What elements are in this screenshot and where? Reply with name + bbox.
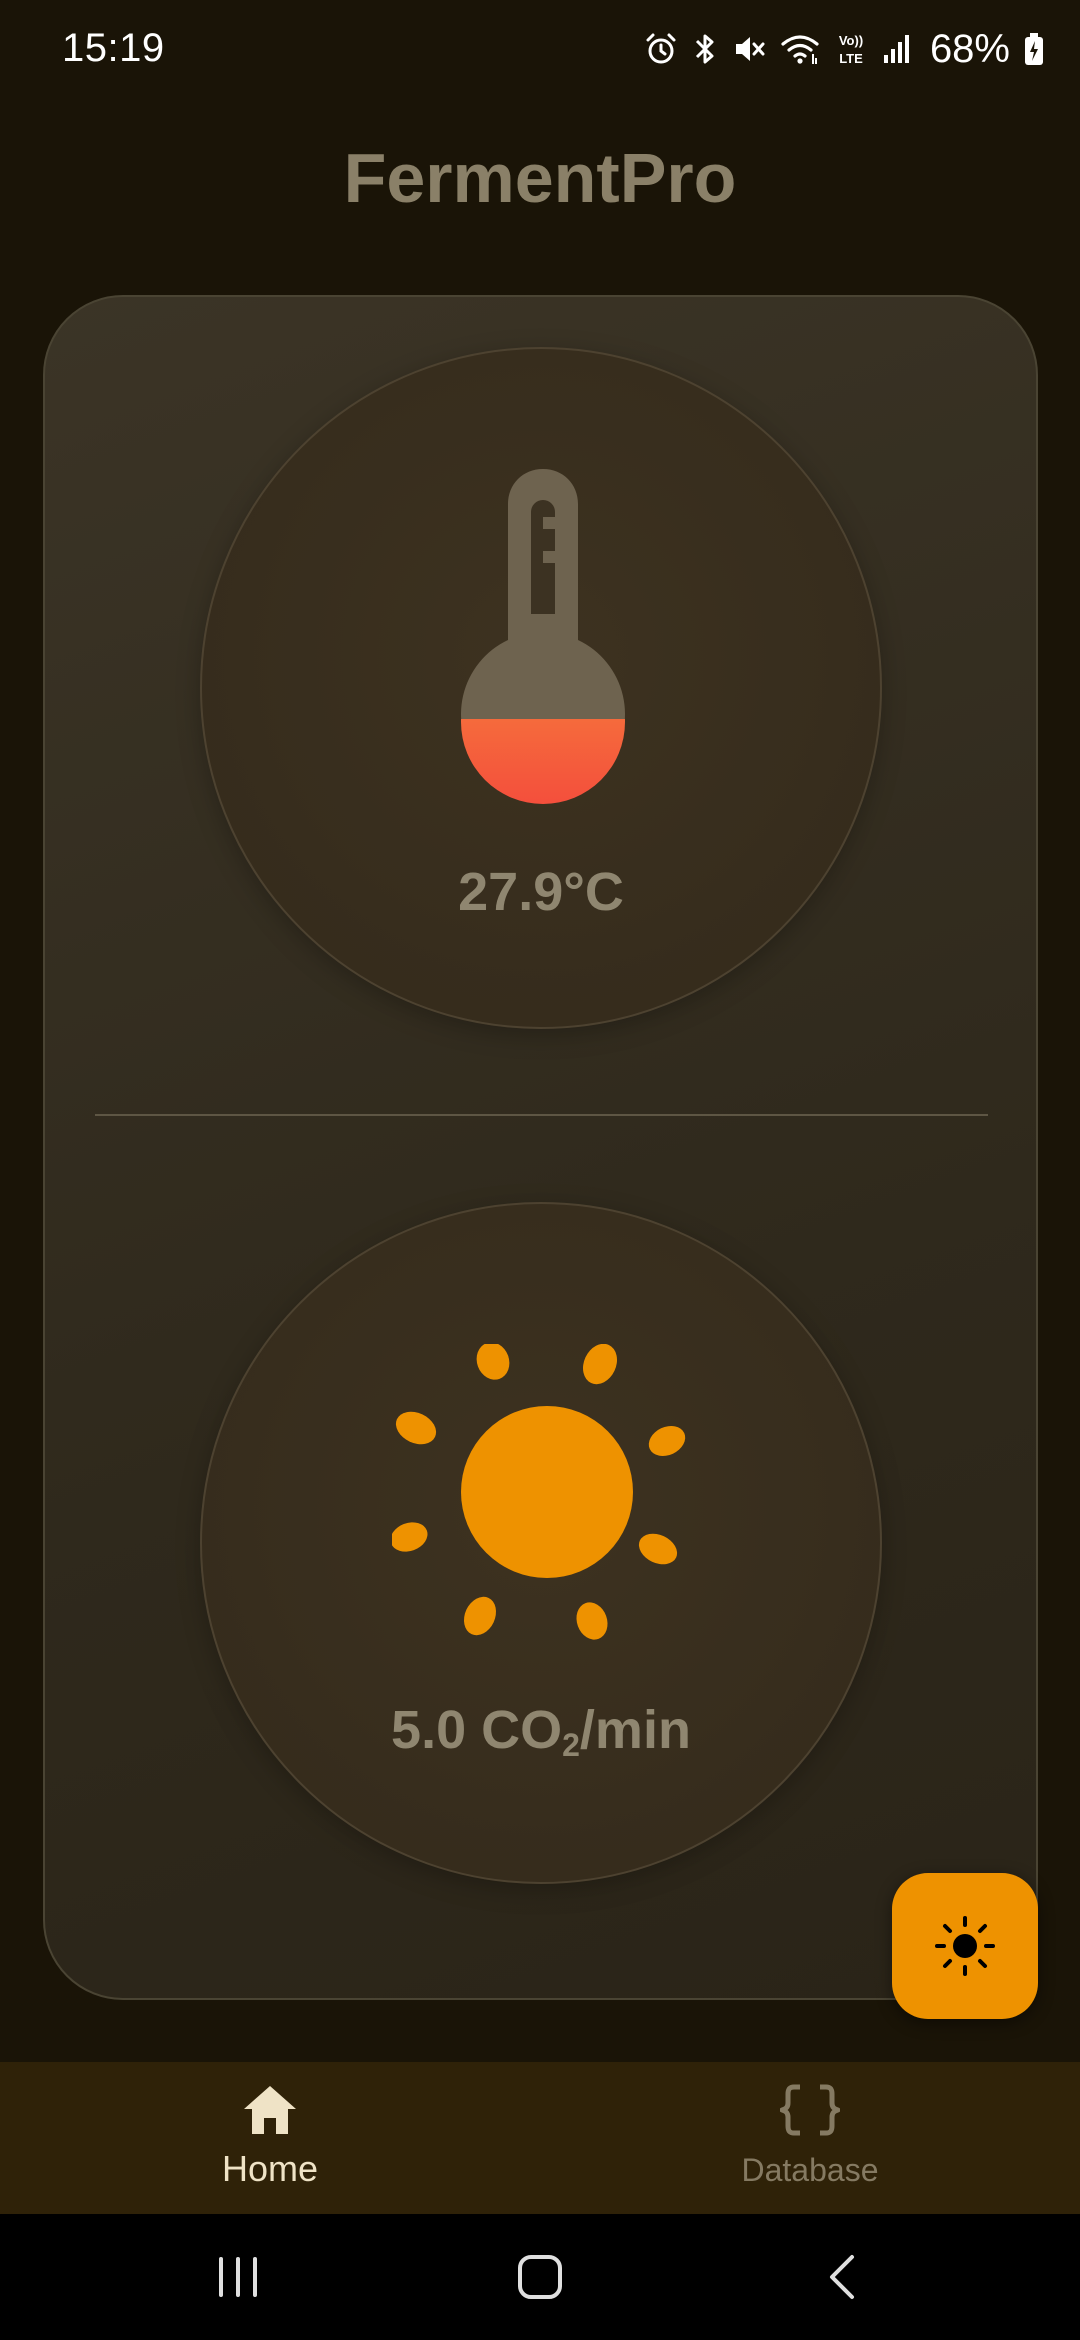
app-title: FermentPro bbox=[343, 139, 737, 217]
bottom-navigation: Home Database bbox=[0, 2062, 1080, 2214]
svg-text:Vo)): Vo)) bbox=[839, 33, 863, 48]
nav-label-home: Home bbox=[221, 2148, 319, 2189]
co2-value-prefix: 5.0 CO bbox=[391, 1700, 563, 1760]
system-home-button[interactable] bbox=[480, 2214, 600, 2340]
co2-value: 5.0 CO2/min bbox=[202, 1699, 880, 1764]
mute-icon bbox=[732, 32, 766, 66]
temperature-gauge: 27.9°C bbox=[200, 347, 882, 1029]
temperature-value: 27.9°C bbox=[458, 862, 624, 922]
app-screen: 15:19 Vo)) LTE 68% FermentPro 27.9°C 5.0… bbox=[0, 0, 1080, 2340]
svg-text:LTE: LTE bbox=[839, 51, 863, 66]
status-bar: 15:19 Vo)) LTE 68% bbox=[0, 0, 1080, 100]
nav-item-home[interactable]: Home bbox=[0, 2062, 540, 2214]
bluetooth-icon bbox=[692, 31, 718, 67]
battery-charging-icon bbox=[1024, 32, 1044, 66]
brightness-icon bbox=[935, 1916, 995, 1976]
back-icon bbox=[830, 2255, 854, 2299]
system-home-icon bbox=[518, 2255, 562, 2299]
alarm-icon bbox=[644, 32, 678, 66]
recent-apps-button[interactable] bbox=[178, 2214, 298, 2340]
battery-percent: 68% bbox=[929, 26, 1010, 71]
volte-icon: Vo)) LTE bbox=[834, 31, 868, 67]
sun-icon bbox=[392, 1344, 686, 1640]
status-time: 15:19 bbox=[62, 26, 165, 70]
nav-label-database: Database bbox=[741, 2152, 879, 2188]
brightness-fab[interactable] bbox=[892, 1873, 1038, 2019]
braces-icon bbox=[780, 2084, 840, 2136]
card-divider bbox=[95, 1114, 988, 1116]
co2-gauge: 5.0 CO2/min bbox=[200, 1202, 882, 1884]
back-button[interactable] bbox=[782, 2214, 902, 2340]
wifi-icon bbox=[780, 32, 820, 66]
thermometer-icon bbox=[461, 469, 625, 804]
nav-item-database[interactable]: Database bbox=[540, 2062, 1080, 2214]
recent-apps-icon bbox=[219, 2257, 257, 2297]
signal-icon bbox=[882, 33, 912, 65]
home-icon bbox=[244, 2086, 296, 2134]
system-navigation-bar bbox=[0, 2214, 1080, 2340]
status-icons: Vo)) LTE 68% bbox=[644, 24, 1044, 74]
co2-value-subscript: 2 bbox=[562, 1727, 580, 1763]
co2-value-suffix: /min bbox=[579, 1700, 691, 1760]
sensor-card: 27.9°C 5.0 CO2/min bbox=[43, 295, 1038, 2000]
